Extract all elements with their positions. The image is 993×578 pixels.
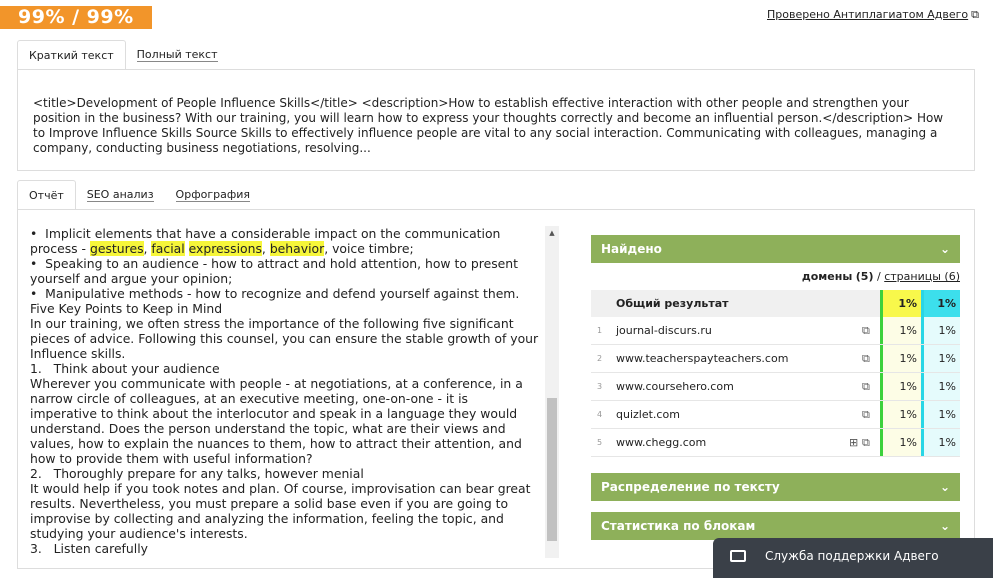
percent-1: 1% — [880, 429, 921, 456]
tab-spelling[interactable]: Орфография — [165, 180, 261, 210]
tab-seo-label: SEO анализ — [86, 188, 154, 202]
report-scrollbar[interactable]: ▲ — [545, 226, 559, 558]
report-line: process - — [30, 241, 90, 256]
expand-plus-icon[interactable]: ⊞ — [849, 429, 858, 456]
domains-count: (5) — [855, 270, 874, 283]
short-text-panel: <title>Development of People Influence S… — [17, 69, 975, 171]
source-domain: www.coursehero.com — [616, 380, 734, 393]
external-link-icon[interactable]: ⧉ — [862, 429, 870, 456]
report-body: • Speaking to an audience - how to attra… — [30, 256, 539, 556]
highlighted-match: facial — [151, 241, 185, 256]
blocks-title: Статистика по блокам — [601, 519, 756, 533]
total-percent-2: 1% — [921, 290, 960, 317]
tab-short-text[interactable]: Краткий текст — [17, 40, 126, 70]
external-link-icon[interactable]: ⧉ — [862, 317, 870, 344]
percent-2: 1% — [921, 373, 960, 400]
total-percent-1: 1% — [880, 290, 921, 317]
row-number: 5 — [597, 438, 603, 447]
percent-2: 1% — [921, 317, 960, 344]
tab-full-text[interactable]: Полный текст — [126, 40, 229, 70]
external-link-icon[interactable]: ⧉ — [862, 373, 870, 400]
text-view-tabs: Краткий текст Полный текст — [17, 40, 229, 70]
tab-spelling-label: Орфография — [175, 188, 250, 202]
row-number: 1 — [597, 326, 603, 335]
source-domain: quizlet.com — [616, 408, 680, 421]
highlighted-match: behavior — [269, 241, 325, 256]
percent-2: 1% — [921, 429, 960, 456]
uniqueness-score-badge: 99% / 99% — [0, 6, 152, 29]
chat-icon — [730, 550, 746, 562]
source-domain: journal-discurs.ru — [616, 324, 712, 337]
scroll-thumb[interactable] — [547, 398, 557, 541]
highlighted-match: expressions — [188, 241, 262, 256]
row-number: 2 — [597, 354, 603, 363]
source-domain: www.chegg.com — [616, 436, 707, 449]
chevron-down-icon: ⌄ — [939, 480, 950, 494]
percent-1: 1% — [880, 317, 921, 344]
percent-2: 1% — [921, 401, 960, 428]
results-table: Общий результат 1% 1% 1 journal-discurs.… — [591, 290, 960, 457]
results-total-row: Общий результат 1% 1% — [591, 290, 960, 317]
highlighted-match: gestures — [89, 241, 144, 256]
found-section-title: Найдено — [601, 242, 662, 256]
report-text-area[interactable]: • Implicit elements that have a consider… — [30, 226, 538, 556]
row-number: 3 — [597, 382, 603, 391]
domains-label: домены — [801, 270, 853, 283]
blocks-section-header[interactable]: Статистика по блокам ⌄ — [591, 512, 960, 540]
percent-1: 1% — [880, 345, 921, 372]
tab-report[interactable]: Отчёт — [17, 180, 76, 210]
percent-2: 1% — [921, 345, 960, 372]
pages-link[interactable]: страницы (6) — [884, 270, 960, 283]
table-row[interactable]: 4 quizlet.com ⧉ 1% 1% — [591, 401, 960, 429]
report-line: , voice timbre; — [324, 241, 414, 256]
chevron-down-icon: ⌄ — [939, 242, 950, 256]
row-number: 4 — [597, 410, 603, 419]
total-label: Общий результат — [616, 297, 729, 310]
external-link-icon[interactable]: ⧉ — [862, 401, 870, 428]
found-section-header[interactable]: Найдено ⌄ — [591, 235, 960, 263]
divider: / — [877, 270, 881, 283]
tab-seo-analysis[interactable]: SEO анализ — [76, 180, 165, 210]
table-row[interactable]: 3 www.coursehero.com ⧉ 1% 1% — [591, 373, 960, 401]
table-row[interactable]: 1 journal-discurs.ru ⧉ 1% 1% — [591, 317, 960, 345]
scroll-up-arrow-icon[interactable]: ▲ — [545, 226, 559, 240]
percent-1: 1% — [880, 373, 921, 400]
verified-by-advego-link[interactable]: Проверено Антиплагиатом Адвего ⧉ — [767, 8, 979, 22]
table-row[interactable]: 2 www.teacherspayteachers.com ⧉ 1% 1% — [591, 345, 960, 373]
domains-pages-summary: домены (5) / страницы (6) — [802, 270, 960, 283]
short-text-content: <title>Development of People Influence S… — [33, 96, 944, 155]
distribution-section-header[interactable]: Распределение по тексту ⌄ — [591, 473, 960, 501]
source-domain: www.teacherspayteachers.com — [616, 352, 789, 365]
distribution-title: Распределение по тексту — [601, 480, 780, 494]
report-tabs: Отчёт SEO анализ Орфография — [17, 180, 261, 210]
table-row[interactable]: 5 www.chegg.com ⊞ ⧉ 1% 1% — [591, 429, 960, 457]
separator: , — [261, 241, 270, 256]
support-chat-widget[interactable]: Служба поддержки Адвего — [713, 538, 993, 578]
verified-link-label: Проверено Антиплагиатом Адвего — [767, 8, 969, 21]
tab-full-text-label: Полный текст — [136, 48, 218, 62]
external-link-icon[interactable]: ⧉ — [862, 345, 870, 372]
percent-1: 1% — [880, 401, 921, 428]
chevron-down-icon: ⌄ — [939, 519, 950, 533]
report-line: • Implicit elements that have a consider… — [30, 226, 501, 241]
external-link-icon: ⧉ — [971, 8, 979, 21]
support-label: Служба поддержки Адвего — [765, 549, 939, 563]
